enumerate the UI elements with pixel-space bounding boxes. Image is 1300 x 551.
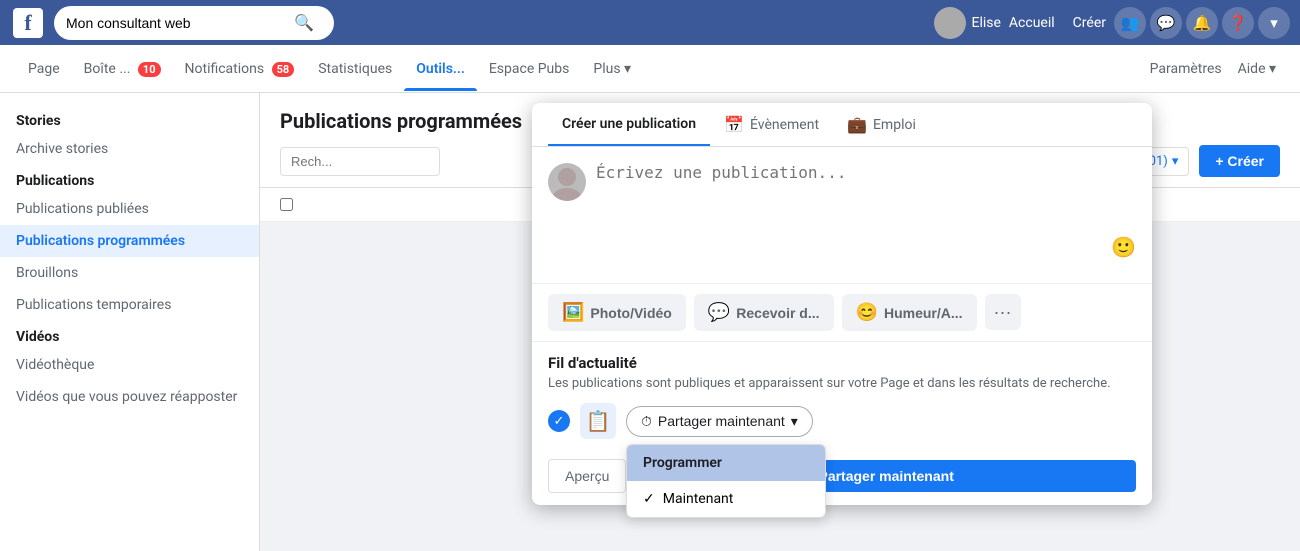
sidebar-section-videos: Vidéos Vidéothèque Vidéos que vous pouve… [0, 321, 259, 413]
content-area: Publications programmées ‹ › Programmée … [260, 93, 1300, 551]
apercu-button[interactable]: Aperçu [548, 459, 626, 493]
dropdown-item-programmer[interactable]: Programmer [627, 445, 825, 481]
more-actions-button[interactable]: ··· [985, 294, 1021, 330]
sidebar: Stories Archive stories Publications Pub… [0, 93, 260, 551]
sidebar-section-publications: Publications Publications publiées Publi… [0, 165, 259, 321]
page-tabs: Page Boîte ... 10 Notifications 58 Stati… [0, 45, 1300, 93]
tab-espace-pubs[interactable]: Espace Pubs [477, 47, 582, 91]
avatar [934, 7, 966, 39]
nav-icons: 👥 💬 🔔 ❓ ▾ [1114, 7, 1290, 39]
photo-icon: 🖼️ [562, 302, 584, 323]
dropdown-arrow-icon: ▾ [791, 413, 798, 430]
fil-check-icon: ✓ [548, 410, 570, 432]
fil-section: Fil d'actualité Les publications sont pu… [532, 341, 1152, 451]
tab-parametres[interactable]: Paramètres [1142, 61, 1230, 77]
emoji-area: 🙂 [548, 235, 1136, 267]
top-navigation: f 🔍 Elise Accueil Créer 👥 💬 🔔 ❓ ▾ [0, 0, 1300, 45]
search-bar[interactable]: 🔍 [54, 6, 334, 40]
sidebar-item-publications-temporaires[interactable]: Publications temporaires [0, 289, 259, 321]
sidebar-section-title-stories: Stories [0, 105, 259, 133]
nav-accueil[interactable]: Accueil [1009, 15, 1055, 31]
nav-creer[interactable]: Créer [1073, 15, 1106, 31]
humeur-button[interactable]: 😊 Humeur/A... [842, 294, 977, 331]
notifications-badge: 58 [272, 62, 295, 77]
tab-boite[interactable]: Boîte ... 10 [72, 47, 173, 91]
recevoir-button[interactable]: 💬 Recevoir d... [694, 294, 834, 331]
tab-outils[interactable]: Outils... [404, 47, 477, 91]
chevron-down-icon[interactable]: ▾ [1258, 7, 1290, 39]
main-layout: Stories Archive stories Publications Pub… [0, 93, 1300, 551]
search-input[interactable] [66, 15, 286, 31]
sidebar-item-videotheque[interactable]: Vidéothèque [0, 349, 259, 381]
modal-tab-publication[interactable]: Créer une publication [548, 104, 710, 146]
help-icon[interactable]: ❓ [1222, 7, 1254, 39]
sidebar-item-archive-stories[interactable]: Archive stories [0, 133, 259, 165]
tab-plus[interactable]: Plus ▾ [581, 47, 643, 91]
nav-user[interactable]: Elise [934, 7, 1001, 39]
modal-tab-emploi[interactable]: 💼 Emploi [833, 103, 930, 146]
tab-aide[interactable]: Aide ▾ [1230, 61, 1284, 77]
sidebar-item-publications-publiees[interactable]: Publications publiées [0, 193, 259, 225]
sidebar-section-stories: Stories Archive stories [0, 105, 259, 165]
sidebar-item-brouillons[interactable]: Brouillons [0, 257, 259, 289]
create-button[interactable]: + Créer [1199, 145, 1280, 177]
dropdown-menu: Programmer ✓ Maintenant [626, 444, 826, 518]
modal-actions: 🖼️ Photo/Vidéo 💬 Recevoir d... 😊 Humeur/… [532, 283, 1152, 341]
search-icon: 🔍 [294, 13, 314, 32]
modal-tabs: Créer une publication 📅 Évènement 💼 Empl… [532, 103, 1152, 147]
people-icon[interactable]: 👥 [1114, 7, 1146, 39]
fil-box-icon: 📋 [580, 403, 616, 439]
post-area [548, 163, 1136, 223]
tab-statistiques[interactable]: Statistiques [306, 47, 404, 91]
messenger-icon[interactable]: 💬 [1150, 7, 1182, 39]
modal-body: 🙂 [532, 147, 1152, 283]
check-mark-icon: ✓ [643, 491, 655, 507]
sidebar-section-title-publications: Publications [0, 165, 259, 193]
messenger-action-icon: 💬 [708, 302, 730, 323]
sidebar-item-videos-reapposter[interactable]: Vidéos que vous pouvez réapposter [0, 381, 259, 413]
dropdown-item-maintenant[interactable]: ✓ Maintenant [627, 481, 825, 517]
search-filter-input[interactable] [280, 147, 440, 176]
nav-links: Accueil Créer [1009, 15, 1106, 31]
boite-badge: 10 [138, 62, 161, 77]
post-textarea[interactable] [596, 163, 1136, 223]
photo-video-button[interactable]: 🖼️ Photo/Vidéo [548, 294, 686, 331]
partager-dropdown-container: ⏱ Partager maintenant ▾ Programmer ✓ Mai… [626, 406, 813, 437]
fil-row: ✓ 📋 ⏱ Partager maintenant ▾ Programmer ✓ [548, 403, 1136, 439]
modal-bottom: Aperçu Partager maintenant [532, 451, 1152, 505]
sidebar-section-title-videos: Vidéos [0, 321, 259, 349]
partager-button[interactable]: ⏱ Partager maintenant ▾ [626, 406, 813, 437]
notification-icon[interactable]: 🔔 [1186, 7, 1218, 39]
evenement-icon: 📅 [724, 115, 744, 134]
sidebar-item-publications-programmees[interactable]: Publications programmées [0, 225, 259, 257]
user-name: Elise [972, 15, 1001, 31]
fil-description: Les publications sont publiques et appar… [548, 376, 1136, 391]
humeur-icon: 😊 [856, 302, 878, 323]
create-publication-modal: Créer une publication 📅 Évènement 💼 Empl… [532, 103, 1152, 505]
tab-page[interactable]: Page [16, 47, 72, 91]
facebook-logo[interactable]: f [10, 5, 46, 41]
clock-icon: ⏱ [641, 413, 652, 430]
fb-logo-letter: f [13, 8, 43, 38]
tab-notifications[interactable]: Notifications 58 [173, 47, 307, 91]
post-avatar [548, 163, 586, 201]
modal-tab-evenement[interactable]: 📅 Évènement [710, 103, 833, 146]
row-checkbox[interactable] [280, 198, 293, 211]
emploi-icon: 💼 [847, 115, 867, 134]
fil-title: Fil d'actualité [548, 354, 1136, 372]
emoji-button[interactable]: 🙂 [1111, 235, 1136, 259]
